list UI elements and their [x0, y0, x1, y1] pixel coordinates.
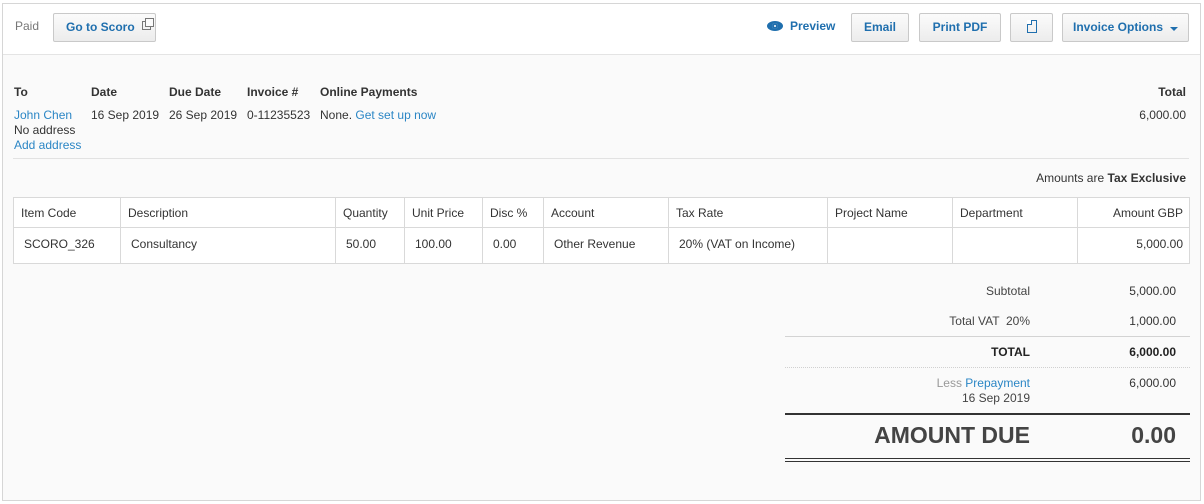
amounts-note-prefix: Amounts are — [1036, 171, 1105, 185]
divider — [13, 158, 1189, 159]
project-name-cell[interactable] — [828, 228, 953, 263]
no-address-text: No address — [14, 123, 76, 137]
total-row-value: 6,000.00 — [1129, 345, 1176, 359]
copy-icon — [1026, 20, 1037, 33]
table-row[interactable]: SCORO_326 Consultancy 50.00 100.00 0.00 … — [14, 228, 1189, 263]
column-header: Department — [953, 198, 1078, 227]
department-cell[interactable] — [953, 228, 1078, 263]
invoice-number: 0-11235523 — [247, 108, 311, 122]
totals-divider — [785, 336, 1190, 337]
date-label: Date — [91, 85, 118, 99]
amounts-tax-mode[interactable]: Tax Exclusive — [1108, 171, 1187, 185]
go-to-scoro-label: Go to Scoro — [66, 20, 135, 34]
prepayment-value[interactable]: 6,000.00 — [1129, 376, 1176, 390]
preview-label: Preview — [790, 19, 836, 33]
invoice-options-button[interactable]: Invoice Options — [1062, 13, 1189, 42]
invoice-toolbar: Paid Go to Scoro Preview Email Print PDF… — [3, 4, 1200, 55]
vat-value: 1,000.00 — [1129, 314, 1176, 328]
table-header-row: Item Code Description Quantity Unit Pric… — [14, 198, 1189, 228]
amount-due-label: AMOUNT DUE — [874, 422, 1030, 448]
description-cell[interactable]: Consultancy — [121, 228, 336, 263]
email-button[interactable]: Email — [851, 13, 909, 42]
preview-button[interactable]: Preview — [767, 19, 835, 33]
to-label: To — [14, 85, 28, 99]
eye-icon — [767, 21, 783, 31]
discount-cell[interactable]: 0.00 — [483, 228, 544, 263]
print-pdf-button[interactable]: Print PDF — [919, 13, 1001, 42]
online-payments-none: None. — [320, 108, 353, 122]
online-payments-label: Online Payments — [320, 85, 418, 99]
prepayment-date: 16 Sep 2019 — [961, 391, 1030, 405]
invoice-options-label: Invoice Options — [1073, 20, 1164, 34]
column-header: Description — [121, 198, 336, 227]
amount-cell[interactable]: 5,000.00 — [1078, 228, 1189, 263]
amount-due-value: 0.00 — [1131, 422, 1176, 448]
column-header: Item Code — [14, 198, 121, 227]
invoice-total: 6,000.00 — [1139, 108, 1186, 122]
column-header: Tax Rate — [669, 198, 828, 227]
contact-link[interactable]: John Chen — [14, 108, 72, 122]
amount-due-top-rule — [785, 413, 1190, 415]
column-header: Quantity — [336, 198, 405, 227]
total-row-label: TOTAL — [991, 345, 1030, 359]
column-header: Unit Price — [405, 198, 483, 227]
invoice-number-label: Invoice # — [247, 85, 299, 99]
go-to-scoro-button[interactable]: Go to Scoro — [53, 13, 156, 42]
prepayment-label: Less Prepayment — [937, 376, 1030, 390]
column-header: Disc % — [483, 198, 544, 227]
quantity-cell[interactable]: 50.00 — [336, 228, 405, 263]
external-link-icon — [142, 18, 154, 30]
line-items-table: Item Code Description Quantity Unit Pric… — [13, 197, 1190, 264]
total-label: Total — [1158, 85, 1186, 99]
amount-due-double-rule — [785, 458, 1190, 462]
copy-invoice-button[interactable] — [1010, 13, 1053, 42]
column-header: Account — [544, 198, 669, 227]
totals-divider — [785, 367, 1190, 368]
online-payments-value: None. Get set up now — [320, 108, 436, 122]
invoice-date: 16 Sep 2019 — [91, 108, 160, 122]
subtotal-value: 5,000.00 — [1129, 284, 1176, 298]
column-header: Amount GBP — [1112, 206, 1183, 220]
vat-label: Total VAT 20% — [949, 314, 1030, 328]
invoice-due-date: 26 Sep 2019 — [169, 108, 238, 122]
column-header: Project Name — [828, 198, 953, 227]
less-label: Less — [936, 376, 962, 390]
amounts-note: Amounts are Tax Exclusive — [1036, 171, 1186, 185]
chevron-down-icon — [1170, 27, 1178, 31]
invoice-panel: Paid Go to Scoro Preview Email Print PDF… — [2, 3, 1201, 501]
unit-price-cell[interactable]: 100.00 — [405, 228, 483, 263]
prepayment-link[interactable]: Prepayment — [965, 376, 1030, 390]
subtotal-label: Subtotal — [985, 284, 1030, 298]
add-address-link[interactable]: Add address — [14, 138, 81, 152]
account-cell[interactable]: Other Revenue — [544, 228, 669, 263]
item-code-cell[interactable]: SCORO_326 — [14, 228, 121, 263]
get-set-up-link[interactable]: Get set up now — [355, 108, 436, 122]
status-badge: Paid — [15, 19, 40, 33]
tax-rate-cell[interactable]: 20% (VAT on Income) — [669, 228, 828, 263]
due-date-label: Due Date — [169, 85, 222, 99]
